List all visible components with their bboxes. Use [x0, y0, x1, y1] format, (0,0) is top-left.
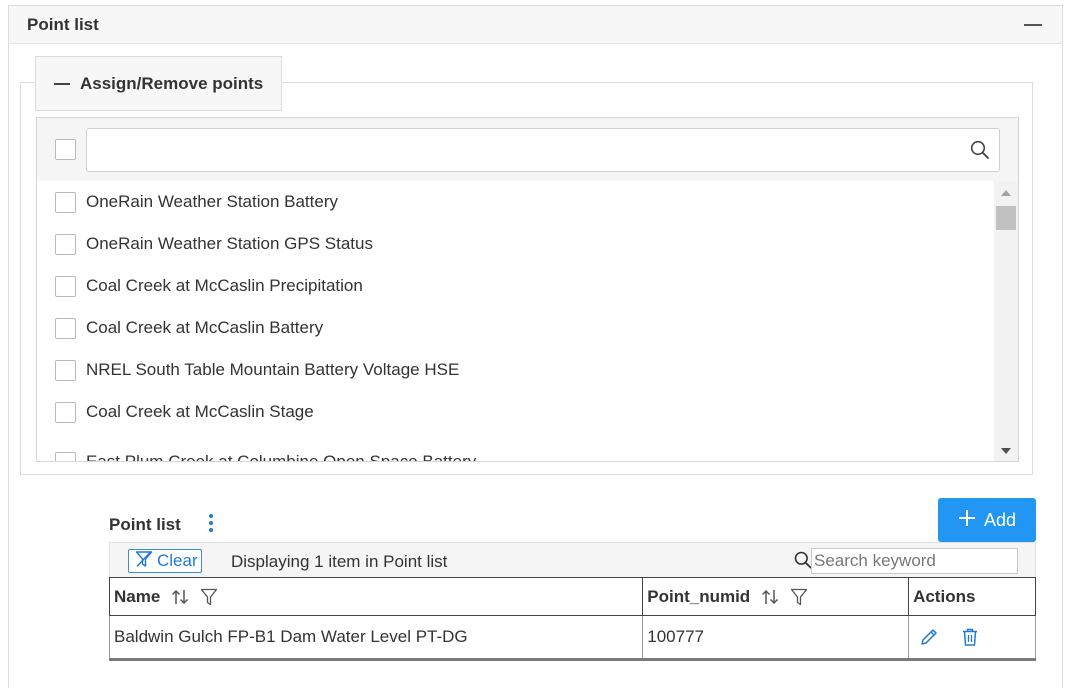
search-icon — [970, 140, 990, 165]
list-item[interactable]: Coal Creek at McCaslin Stage — [37, 391, 992, 433]
select-all-checkbox[interactable] — [55, 139, 76, 160]
list-item[interactable]: Coal Creek at McCaslin Precipitation — [37, 265, 992, 307]
column-header-actions: Actions — [908, 577, 1036, 616]
list-item[interactable]: OneRain Weather Station GPS Status — [37, 223, 992, 265]
minus-icon — [54, 82, 70, 85]
item-checkbox[interactable] — [55, 233, 76, 255]
item-label: Coal Creek at McCaslin Stage — [86, 402, 314, 421]
item-checkbox[interactable] — [55, 317, 76, 339]
list-scrollbar[interactable] — [994, 181, 1018, 461]
table-row[interactable]: Baldwin Gulch FP-B1 Dam Water Level PT-D… — [108, 615, 1036, 661]
filter-icon[interactable] — [200, 587, 218, 607]
list-item[interactable]: NREL South Table Mountain Battery Voltag… — [37, 349, 992, 391]
column-header-label: Name — [114, 586, 161, 606]
scroll-down-arrow-icon[interactable] — [1001, 448, 1011, 454]
add-button-label: Add — [983, 509, 1017, 530]
assign-remove-toggle-button[interactable]: Assign/Remove points — [35, 56, 282, 111]
scroll-up-arrow-icon[interactable] — [1001, 190, 1011, 196]
item-checkbox[interactable] — [55, 401, 76, 423]
sort-icon[interactable] — [760, 587, 780, 607]
sort-icon[interactable] — [170, 587, 190, 607]
column-header-label: Point_numid — [647, 586, 751, 606]
listbox-toolbar — [37, 118, 1018, 181]
item-checkbox[interactable] — [55, 191, 76, 213]
grid-status-text: Displaying 1 item in Point list — [231, 552, 448, 571]
cell-actions — [908, 615, 1036, 661]
clear-filter-button[interactable]: Clear — [128, 549, 202, 573]
item-checkbox[interactable] — [55, 359, 76, 381]
item-label: Coal Creek at McCaslin Precipitation — [86, 276, 363, 295]
search-icon — [794, 551, 812, 574]
panel-header: Point list — [9, 6, 1062, 44]
list-item[interactable]: OneRain Weather Station Battery — [37, 181, 992, 223]
clear-label: Clear — [157, 551, 198, 570]
clear-filter-icon — [135, 550, 153, 573]
filter-icon[interactable] — [790, 587, 808, 607]
item-label: East Plum Creek at Columbine Open Space … — [86, 452, 477, 462]
assign-remove-label: Assign/Remove points — [80, 73, 264, 93]
column-header-label: Actions — [913, 586, 976, 606]
points-listbox: OneRain Weather Station Battery OneRain … — [36, 117, 1019, 462]
cell-name: Baldwin Gulch FP-B1 Dam Water Level PT-D… — [108, 615, 644, 661]
item-label: Coal Creek at McCaslin Battery — [86, 318, 324, 337]
grid-toolbar: Clear Displaying 1 item in Point list — [109, 542, 1036, 578]
point-list-table: Name Point_numid Actions Baldwin Gulch F… — [108, 577, 1036, 661]
listbox-search-input[interactable] — [87, 128, 999, 171]
plus-icon — [958, 509, 976, 532]
item-label: NREL South Table Mountain Battery Voltag… — [86, 360, 460, 379]
column-header-point-numid[interactable]: Point_numid — [642, 577, 910, 616]
add-button[interactable]: Add — [938, 498, 1036, 542]
column-header-name[interactable]: Name — [108, 577, 644, 616]
item-label: OneRain Weather Station Battery — [86, 192, 338, 211]
trash-icon[interactable] — [961, 627, 979, 647]
points-list: OneRain Weather Station Battery OneRain … — [37, 181, 992, 462]
grid-search-input[interactable] — [812, 549, 1017, 573]
grid-title: Point list — [109, 515, 181, 534]
minus-icon — [1024, 23, 1042, 26]
collapse-panel-button[interactable] — [1022, 14, 1044, 36]
panel-title: Point list — [27, 14, 99, 34]
cell-point-numid: 100777 — [642, 615, 910, 661]
pencil-icon[interactable] — [919, 627, 939, 647]
listbox-search — [86, 127, 1000, 172]
item-checkbox[interactable] — [55, 275, 76, 297]
item-label: OneRain Weather Station GPS Status — [86, 234, 373, 253]
list-item[interactable]: East Plum Creek at Columbine Open Space … — [37, 433, 992, 462]
table-header-row: Name Point_numid Actions — [108, 577, 1036, 616]
item-checkbox[interactable] — [55, 452, 76, 461]
kebab-menu-icon[interactable] — [207, 514, 215, 536]
grid-search — [811, 548, 1018, 574]
scrollbar-thumb[interactable] — [996, 206, 1016, 230]
list-item[interactable]: Coal Creek at McCaslin Battery — [37, 307, 992, 349]
